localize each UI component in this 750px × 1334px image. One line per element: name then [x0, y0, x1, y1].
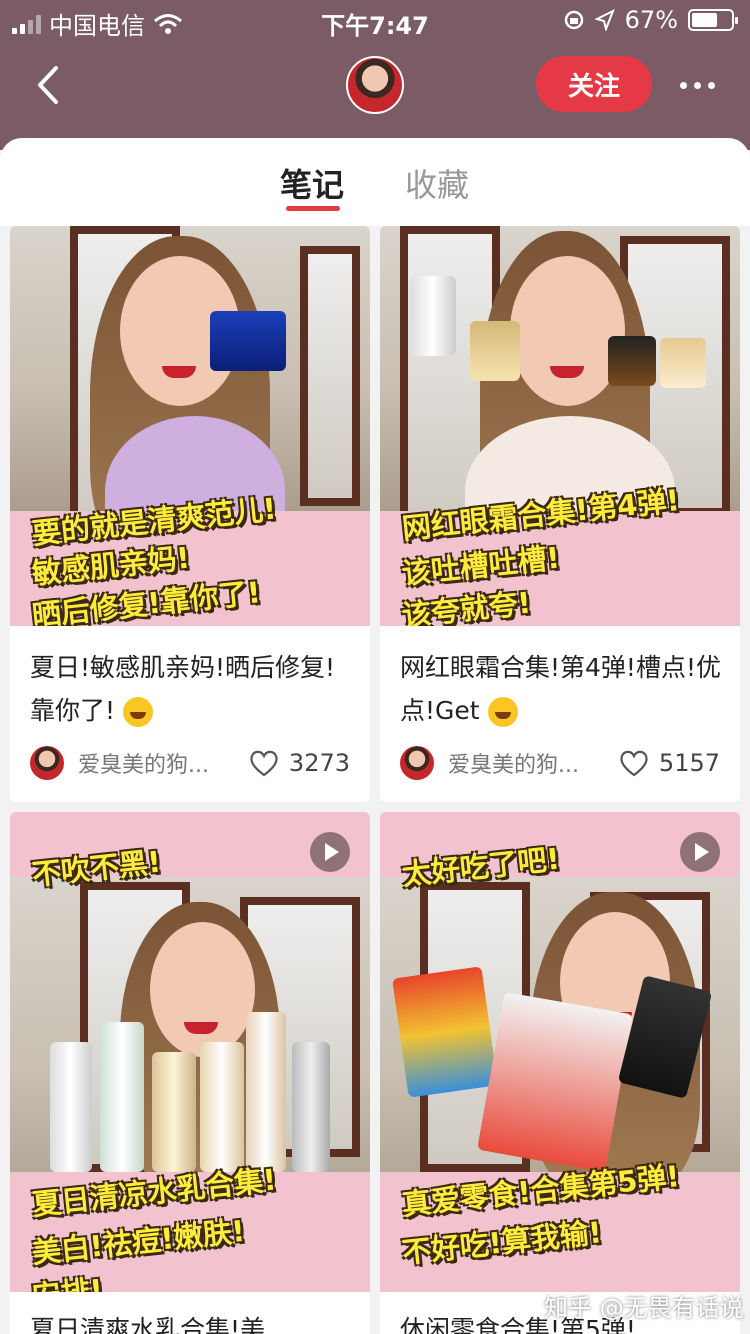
orientation-lock-icon [564, 10, 583, 30]
tab-bar: 笔记 收藏 [0, 138, 750, 226]
status-bar: 中国电信 下午7:47 67% [0, 0, 750, 40]
product-jar [210, 311, 286, 371]
profile-avatar[interactable] [346, 56, 404, 114]
follow-button[interactable]: 关注 [536, 56, 652, 112]
rofl-emoji-icon [487, 697, 518, 727]
note-title: 网红眼霜合集!第4弹!槽点!优点!Get [400, 653, 721, 727]
snack-bag [477, 991, 633, 1173]
tab-favorites[interactable]: 收藏 [405, 160, 469, 206]
note-cover-image: 不吹不黑! 夏日清凉水乳合集! 美白!祛痘!嫩肤! 安排! [10, 812, 370, 1292]
heart-icon [620, 750, 648, 777]
author-name[interactable]: 爱臭美的狗... [78, 747, 218, 779]
rofl-emoji-icon [122, 697, 153, 727]
watermark: 知乎 @无畏有话说 [544, 1294, 744, 1322]
product-bottle [200, 1042, 244, 1172]
status-right: 67% [563, 6, 738, 34]
product-jar [470, 321, 520, 381]
play-icon [680, 832, 720, 872]
product-bottle [410, 276, 456, 356]
battery-percent: 67% [624, 6, 678, 34]
note-cover-image: 要的就是清爽范儿! 敏感肌亲妈! 晒后修复!靠你了! [10, 226, 370, 626]
note-meta: 爱臭美的狗... 5157 [400, 746, 720, 780]
location-icon [594, 9, 615, 31]
note-title: 夏日!敏感肌亲妈!晒后修复!靠你了! [30, 653, 336, 727]
product-jar [608, 336, 656, 386]
product-bottle [246, 1012, 286, 1172]
battery-icon [688, 9, 738, 31]
author-avatar[interactable] [400, 746, 434, 780]
profile-header: 中国电信 下午7:47 67% 关注 [0, 0, 750, 150]
author-name[interactable]: 爱臭美的狗... [448, 747, 588, 779]
like-button[interactable]: 3273 [249, 749, 350, 777]
note-cover-image: 网红眼霜合集!第4弹! 该吐槽吐槽! 该夸就夸! [380, 226, 740, 626]
snack-bag [392, 966, 498, 1098]
tab-notes[interactable]: 笔记 [280, 160, 344, 206]
active-tab-indicator [286, 206, 340, 211]
product-jar [660, 338, 706, 388]
note-card[interactable]: 太好吃了吧! 真爱零食!合集第5弹! 不好吃!算我输! 休闲零食合集!第5弹! [380, 812, 740, 1334]
note-card[interactable]: 要的就是清爽范儿! 敏感肌亲妈! 晒后修复!靠你了! 夏日!敏感肌亲妈!晒后修复… [10, 226, 370, 802]
note-meta: 爱臭美的狗... 3273 [30, 746, 350, 780]
heart-icon [250, 750, 278, 777]
play-icon [310, 832, 350, 872]
back-arrow-icon[interactable] [30, 60, 70, 110]
product-bottle [100, 1022, 144, 1172]
like-count: 5157 [658, 749, 720, 777]
note-card[interactable]: 不吹不黑! 夏日清凉水乳合集! 美白!祛痘!嫩肤! 安排! 夏日清爽水乳合集!美 [10, 812, 370, 1334]
note-cover-image: 太好吃了吧! 真爱零食!合集第5弹! 不好吃!算我输! [380, 812, 740, 1292]
author-avatar[interactable] [30, 746, 64, 780]
product-bottle [50, 1042, 92, 1172]
note-title: 夏日清爽水乳合集!美 [30, 1315, 266, 1334]
like-button[interactable]: 5157 [619, 749, 720, 777]
more-icon[interactable] [672, 70, 722, 100]
product-bottle [152, 1052, 196, 1172]
like-count: 3273 [288, 749, 350, 777]
note-card[interactable]: 网红眼霜合集!第4弹! 该吐槽吐槽! 该夸就夸! 网红眼霜合集!第4弹!槽点!优… [380, 226, 740, 802]
notes-feed[interactable]: 要的就是清爽范儿! 敏感肌亲妈! 晒后修复!靠你了! 夏日!敏感肌亲妈!晒后修复… [0, 226, 750, 1334]
product-bottle [292, 1042, 330, 1172]
